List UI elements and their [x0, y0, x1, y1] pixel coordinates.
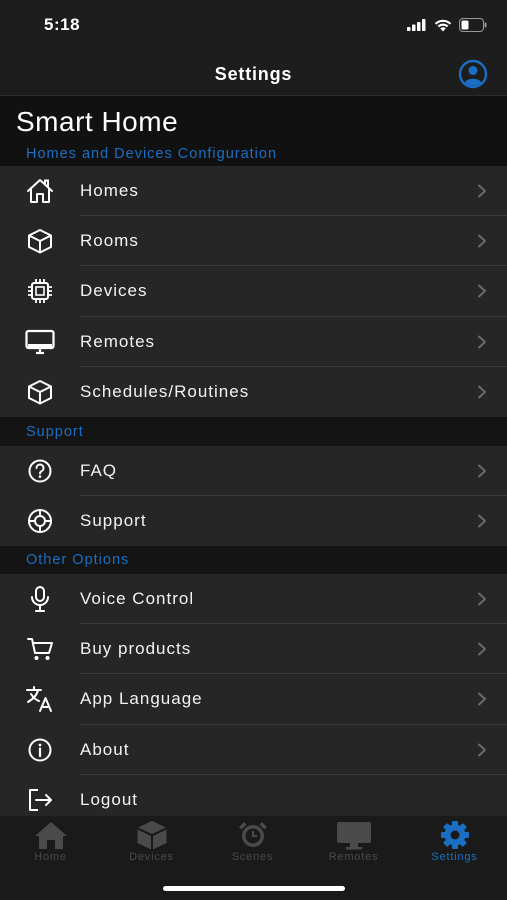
menu-item-label: About — [80, 739, 130, 759]
menu-item-label: Rooms — [80, 231, 139, 251]
tab-label: Remotes — [328, 851, 379, 863]
profile-icon[interactable] — [458, 59, 488, 89]
section-label: Support — [26, 424, 84, 440]
chip-icon — [25, 278, 55, 304]
menu-item-label: Schedules/Routines — [80, 381, 250, 401]
wifi-icon — [434, 19, 452, 31]
section-header-configuration: Homes and Devices Configuration — [0, 140, 507, 168]
home-indicator — [163, 886, 345, 891]
menu-item-label: FAQ — [80, 461, 118, 480]
alarm-clock-icon — [239, 822, 267, 847]
menu-item-homes[interactable]: Homes — [0, 166, 507, 217]
menu-group-support: FAQ Support — [0, 446, 507, 547]
tab-label: Scenes — [231, 851, 274, 863]
chevron-right-icon — [478, 743, 486, 757]
monitor-icon — [25, 329, 55, 355]
tab-remotes[interactable]: Remotes — [303, 816, 404, 876]
tab-label: Settings — [431, 851, 478, 863]
menu-item-schedules-routines[interactable]: Schedules/Routines — [0, 367, 507, 417]
menu-item-label: Devices — [80, 281, 148, 301]
chevron-right-icon — [478, 234, 486, 248]
chevron-right-icon — [478, 184, 486, 198]
menu-item-faq[interactable]: FAQ — [0, 446, 507, 497]
menu-item-app-language[interactable]: App Language — [0, 674, 507, 725]
menu-item-remotes[interactable]: Remotes — [0, 317, 507, 367]
chevron-right-icon — [478, 592, 486, 606]
menu-group-other-options: Voice Control Buy products App Language … — [0, 574, 507, 825]
section-header-support: Support — [0, 418, 507, 446]
tab-scenes[interactable]: Scenes — [202, 816, 303, 876]
cellular-signal-icon — [407, 19, 426, 31]
section-header-other-options: Other Options — [0, 546, 507, 574]
chevron-right-icon — [478, 692, 486, 706]
menu-item-buy-products[interactable]: Buy products — [0, 624, 507, 675]
navigation-bar: Settings — [0, 50, 507, 96]
status-icons — [407, 17, 487, 33]
info-circle-icon — [25, 737, 55, 763]
tab-label: Devices — [129, 851, 174, 863]
menu-item-rooms[interactable]: Rooms — [0, 216, 507, 267]
cube-icon — [25, 379, 55, 405]
chevron-right-icon — [478, 335, 486, 349]
menu-item-label: Homes — [80, 181, 139, 200]
chevron-right-icon — [478, 464, 486, 478]
chevron-right-icon — [478, 514, 486, 528]
menu-item-label: Remotes — [80, 331, 156, 351]
chevron-right-icon — [478, 284, 486, 298]
cube-tab-icon — [137, 821, 167, 850]
menu-group-configuration: Homes Rooms Devices Remotes Schedules/Ro… — [0, 166, 507, 417]
chevron-right-icon — [478, 642, 486, 656]
chevron-right-icon — [478, 385, 486, 399]
menu-item-label: Voice Control — [80, 589, 195, 608]
tab-settings[interactable]: Settings — [404, 816, 505, 876]
menu-item-label: Support — [80, 511, 147, 531]
question-circle-icon — [25, 458, 55, 484]
logout-icon — [25, 787, 55, 813]
section-label: Other Options — [26, 552, 130, 568]
microphone-icon — [25, 586, 55, 612]
menu-item-devices[interactable]: Devices — [0, 266, 507, 317]
menu-item-label: App Language — [80, 689, 203, 709]
cart-icon — [25, 636, 55, 662]
monitor-tab-icon — [337, 822, 371, 850]
menu-item-label: Buy products — [80, 639, 192, 659]
status-time: 5:18 — [44, 15, 81, 34]
house-icon — [25, 178, 55, 204]
tab-home[interactable]: Home — [0, 816, 101, 876]
status-bar: 5:18 — [0, 0, 507, 50]
lifebuoy-icon — [25, 508, 55, 534]
section-label: Homes and Devices Configuration — [26, 146, 278, 162]
tab-label: Home — [34, 851, 67, 863]
menu-item-voice-control[interactable]: Voice Control — [0, 574, 507, 625]
page-title: Settings — [214, 64, 293, 84]
gear-tab-icon — [441, 821, 469, 849]
menu-item-about[interactable]: About — [0, 725, 507, 775]
tab-devices[interactable]: Devices — [101, 816, 202, 876]
cube-icon — [25, 228, 55, 254]
home-tab-icon — [35, 822, 67, 849]
battery-icon — [459, 18, 487, 32]
menu-item-label: Logout — [80, 789, 138, 809]
app-title: Smart Home — [16, 106, 179, 137]
menu-item-support[interactable]: Support — [0, 496, 507, 546]
translate-icon — [25, 686, 55, 713]
